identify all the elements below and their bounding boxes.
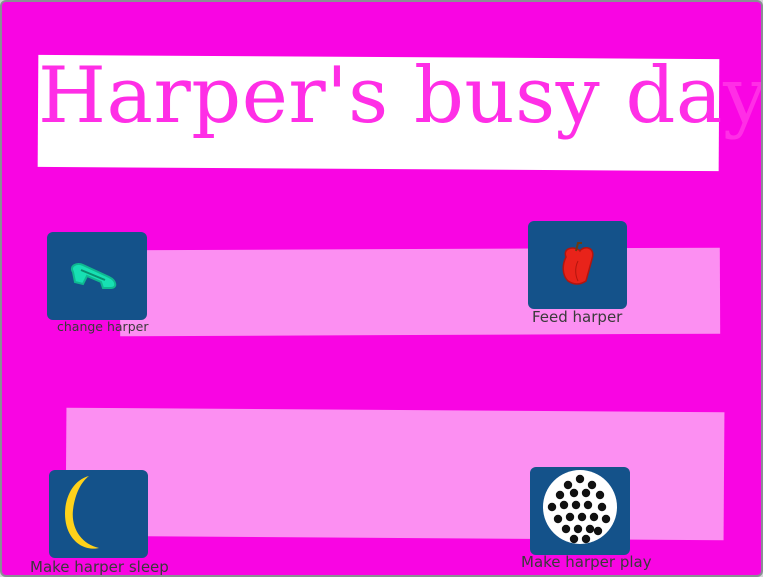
- change-harper-label: change harper: [57, 319, 149, 334]
- make-harper-sleep-label: Make harper sleep: [30, 558, 169, 576]
- moon-icon: [65, 476, 99, 549]
- game-title: Harper's busy day: [38, 51, 763, 141]
- game-stage: Harper's busy day change harper Feed har…: [0, 0, 763, 577]
- feed-harper-button[interactable]: [528, 221, 627, 309]
- make-harper-play-label: Make harper play: [521, 553, 652, 571]
- change-harper-button[interactable]: [47, 232, 147, 320]
- diaper-icon: [71, 262, 117, 289]
- make-harper-sleep-button[interactable]: [49, 470, 148, 558]
- pink-band-top: [119, 247, 721, 337]
- make-harper-play-button[interactable]: [530, 467, 630, 555]
- feed-harper-label: Feed harper: [532, 308, 623, 326]
- ball-pit-icon: [543, 470, 617, 544]
- apple-icon: [562, 242, 594, 285]
